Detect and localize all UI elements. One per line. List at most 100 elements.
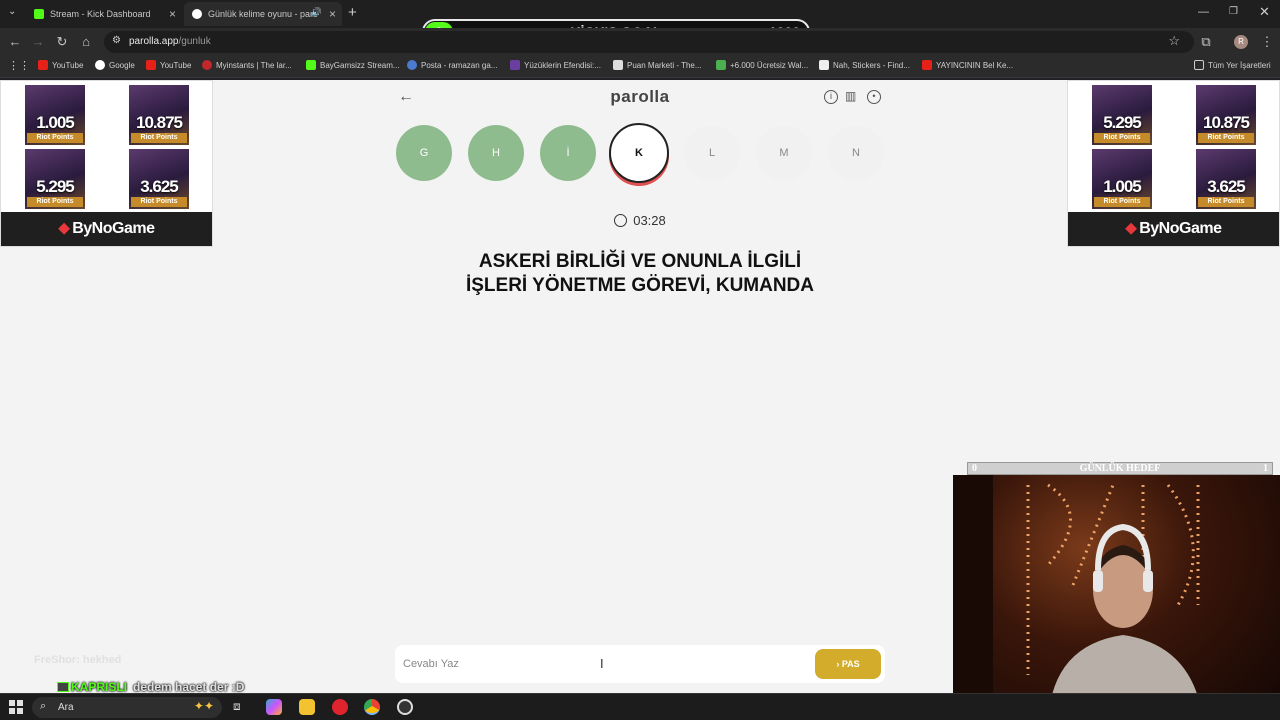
riot-points-card: 1.005 Riot Points: [1092, 149, 1152, 209]
bookmark-star-icon[interactable]: ☆: [1168, 33, 1180, 49]
myinstants-icon: [202, 60, 212, 70]
all-bookmarks[interactable]: Tüm Yer İşaretleri: [1194, 60, 1271, 70]
answer-form: I › PAS: [395, 645, 885, 683]
chrome-icon[interactable]: [364, 699, 380, 715]
address-bar[interactable]: ⚙ parolla.app/gunluk ☆: [104, 31, 1194, 53]
pass-button[interactable]: › PAS: [815, 649, 881, 679]
bookmark-item[interactable]: Puan Marketi - The...: [613, 60, 702, 70]
bookmark-item[interactable]: Nah, Stickers - Find...: [819, 60, 910, 70]
copilot-icon[interactable]: [266, 699, 282, 715]
folder-icon: [1194, 60, 1204, 70]
current-letter-circle: K: [609, 123, 669, 183]
windows-start-icon[interactable]: [9, 700, 23, 714]
info-icon[interactable]: i: [824, 90, 838, 104]
tab-parolla[interactable]: Günlük kelime oyunu - parc 🔊 ×: [184, 2, 342, 26]
chevron-right-icon: ›: [836, 659, 840, 669]
riot-points-card: 10.875 Riot Points: [129, 85, 189, 145]
apps-grid-icon[interactable]: ⋮⋮: [8, 59, 30, 72]
kick-icon: [306, 60, 316, 70]
document-icon: [819, 60, 829, 70]
tab-list-chevron-icon[interactable]: ⌄: [8, 6, 16, 17]
daily-goal-title: GÜNLÜK HEDEF: [1079, 463, 1161, 474]
task-view-icon[interactable]: ⧈: [233, 699, 241, 714]
tab-kick-dashboard[interactable]: Stream - Kick Dashboard ×: [26, 2, 182, 26]
close-window-icon[interactable]: ✕: [1259, 4, 1270, 20]
bookmark-item[interactable]: YAYINCININ Bel Ke...: [922, 60, 1013, 70]
clock-icon: [614, 214, 628, 227]
parolla-logo: parolla: [610, 87, 670, 106]
letter-circle: L: [684, 125, 740, 181]
letter-circle: M: [756, 125, 812, 181]
reload-icon[interactable]: ↻: [54, 34, 70, 50]
riot-points-card: 1.005 Riot Points: [25, 85, 85, 145]
bookmark-item[interactable]: +6.000 Ücretsiz Wal...: [716, 60, 808, 70]
obs-icon[interactable]: [397, 699, 413, 715]
riot-points-card: 10.875 Riot Points: [1196, 85, 1256, 145]
bookmark-item[interactable]: YouTube: [38, 60, 83, 70]
forward-icon[interactable]: →: [30, 34, 46, 50]
chat-message: KAPRISLI dedem hacet der :D: [57, 680, 244, 694]
answer-input[interactable]: [403, 653, 783, 675]
site-info-icon[interactable]: ⚙: [112, 35, 121, 46]
restore-icon[interactable]: ❐: [1229, 6, 1238, 17]
close-tab-icon[interactable]: ×: [169, 7, 176, 21]
close-tab-icon[interactable]: ×: [329, 7, 336, 21]
browser-toolbar: ← → ↻ ⌂ ⚙ parolla.app/gunluk ☆ ⧉ R ⋮: [0, 28, 1280, 56]
bookmarks-bar: ⋮⋮ YouTube Google YouTube Myinstants | T…: [0, 56, 1280, 78]
daily-goal-current: 0: [972, 463, 977, 474]
bookmark-item[interactable]: BayGamsizz Stream...: [306, 60, 400, 70]
question-line: İŞLERİ YÖNETME GÖREVİ, KUMANDA: [465, 275, 814, 296]
bynogame-mark-icon: ⬥: [58, 220, 70, 237]
bookmark-item[interactable]: Myinstants | The lar...: [202, 60, 292, 70]
letter-circle: N: [828, 125, 884, 181]
webcam-scene: [953, 475, 1203, 720]
daily-goal-bar: 0 GÜNLÜK HEDEF 1: [967, 462, 1273, 475]
bynogame-logo: ⬥ ByNoGame: [1, 212, 212, 246]
riot-points-card: 3.625 Riot Points: [1196, 149, 1256, 209]
minimize-icon[interactable]: —: [1198, 6, 1209, 18]
puan-market-icon: [613, 60, 623, 70]
youtube-icon: [38, 60, 48, 70]
back-icon[interactable]: ←: [7, 34, 23, 50]
webcam-feed: [953, 475, 1280, 720]
search-highlight-icon: ✦✦: [193, 699, 214, 713]
text-cursor-icon: I: [600, 656, 604, 671]
bookmark-item[interactable]: Posta - ramazan ga...: [407, 60, 497, 70]
right-ad-banner[interactable]: 5.295 Riot Points 10.875 Riot Points 1.005…: [1067, 80, 1280, 247]
chat-message-faded: FreShor: hekhed: [34, 654, 122, 666]
lotr-icon: [510, 60, 520, 70]
file-explorer-icon[interactable]: [299, 699, 315, 715]
youtube-icon: [146, 60, 156, 70]
new-tab-button[interactable]: +: [348, 4, 357, 21]
tab-title: Günlük kelime oyunu - parc: [208, 9, 318, 19]
mail-icon: [407, 60, 417, 70]
tab-title: Stream - Kick Dashboard: [50, 9, 151, 19]
timer-value: 03:28: [633, 213, 666, 228]
search-icon: ⌕: [40, 700, 47, 712]
stats-icon[interactable]: ▥: [845, 89, 856, 103]
bynogame-logo: ⬥ ByNoGame: [1068, 212, 1279, 246]
bookmark-item[interactable]: Google: [95, 60, 135, 70]
left-ad-banner[interactable]: 1.005 Riot Points 10.875 Riot Points 5.295…: [0, 80, 213, 247]
chat-badge-icon: [57, 682, 69, 692]
question-text: ASKERİ BİRLİĞİ VE ONUNLA İLGİLİ İŞLERİ Y…: [413, 250, 867, 298]
opera-icon[interactable]: [332, 699, 348, 715]
menu-icon[interactable]: ⋮: [1259, 34, 1275, 50]
riot-points-card: 3.625 Riot Points: [129, 149, 189, 209]
timer: 03:28: [213, 213, 1067, 228]
taskbar-search[interactable]: ⌕ Ara ✦✦: [32, 697, 222, 718]
home-icon[interactable]: ⌂: [78, 34, 94, 50]
letter-circle: H: [468, 125, 524, 181]
wallpaper-icon: [716, 60, 726, 70]
parolla-favicon-icon: [192, 9, 202, 19]
profile-avatar[interactable]: R: [1234, 35, 1248, 49]
url-text: parolla.app/gunluk: [129, 36, 211, 47]
chat-username: KAPRISLI: [71, 680, 128, 694]
taskbar: ⌕ Ara ✦✦ ⧈: [0, 693, 1280, 720]
bookmark-item[interactable]: Yüzüklerin Efendisi:...: [510, 60, 601, 70]
profile-icon[interactable]: •: [867, 90, 881, 104]
extensions-icon[interactable]: ⧉: [1198, 34, 1214, 50]
search-label: Ara: [58, 702, 74, 713]
bookmark-item[interactable]: YouTube: [146, 60, 191, 70]
audio-playing-icon[interactable]: 🔊: [311, 7, 322, 18]
